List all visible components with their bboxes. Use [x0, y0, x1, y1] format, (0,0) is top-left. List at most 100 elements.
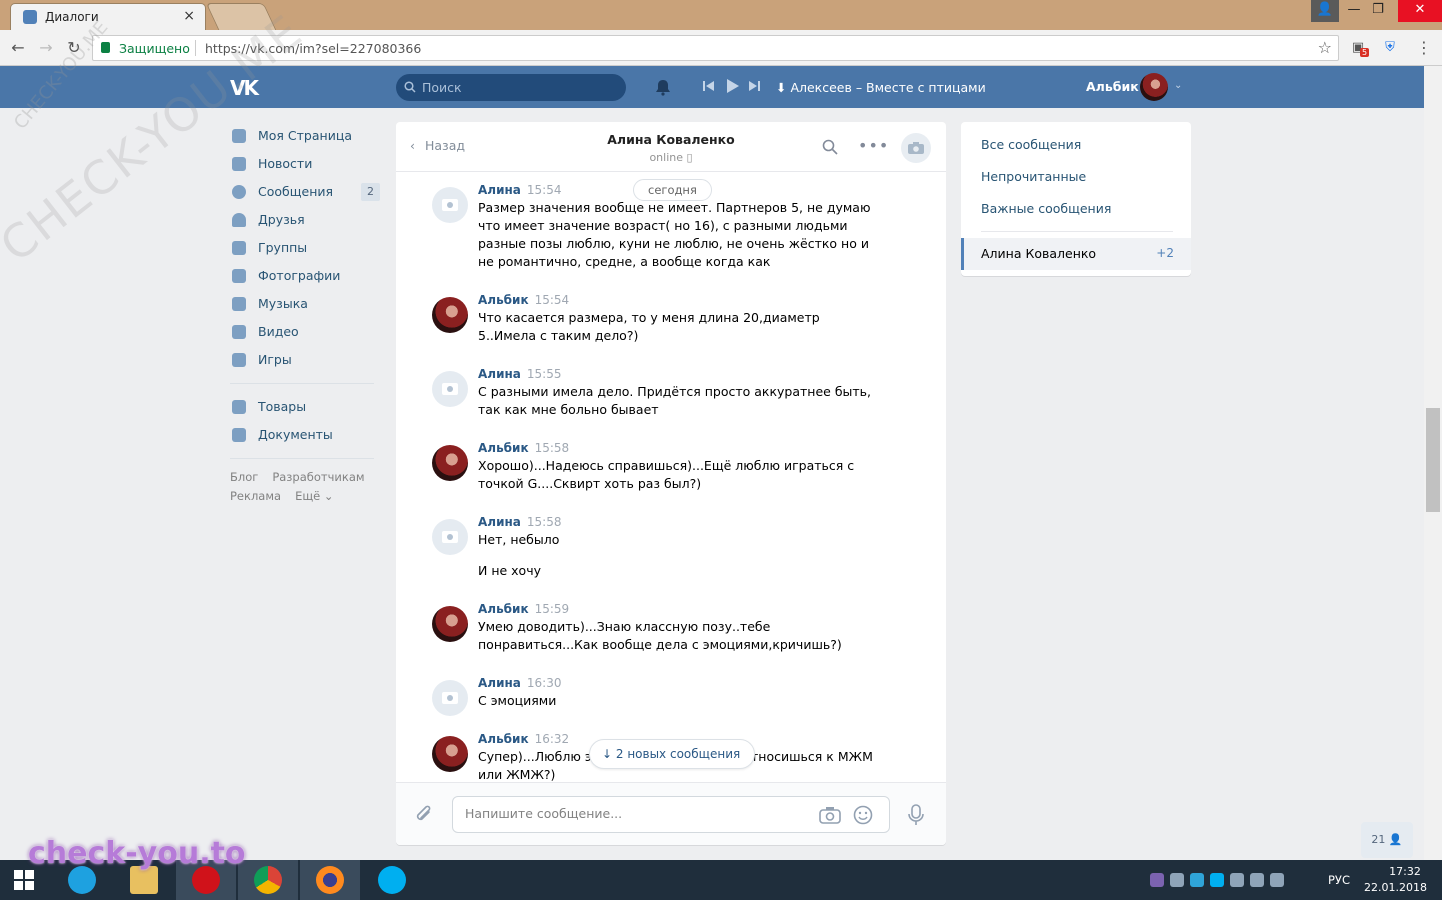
address-bar[interactable]: Защищено https://vk.com/im?sel=227080366…	[92, 35, 1339, 61]
camera-icon[interactable]	[819, 806, 841, 824]
message-author[interactable]: Алина	[478, 367, 521, 381]
taskbar-skype[interactable]	[362, 860, 422, 900]
tray-app-icon[interactable]	[1190, 872, 1204, 887]
extension-icon[interactable]: ▣ 5	[1348, 38, 1370, 58]
maximize-button[interactable]: ❐	[1364, 0, 1392, 22]
new-tab-button[interactable]	[205, 3, 277, 30]
tray-app-icon[interactable]	[1230, 872, 1244, 887]
paperclip-icon[interactable]	[414, 804, 434, 826]
chevron-down-icon[interactable]: ⌄	[1174, 80, 1182, 91]
sidebar-item-messages[interactable]: Сообщения 2	[230, 178, 380, 206]
footer-link-blog[interactable]: Блог	[230, 470, 258, 484]
bell-icon[interactable]	[654, 78, 672, 96]
sender-avatar[interactable]	[432, 187, 468, 223]
back-arrow-icon[interactable]: ←	[8, 38, 28, 58]
message-time[interactable]: 15:54	[527, 183, 562, 197]
input-language[interactable]: РУС	[1328, 873, 1350, 887]
browser-tab-active[interactable]: Диалоги ×	[10, 3, 206, 30]
tray-app-icon[interactable]	[1170, 872, 1184, 887]
user-name[interactable]: Альбик	[1086, 79, 1139, 94]
open-dialog-item[interactable]: Алина Коваленко +2	[961, 238, 1191, 270]
message-time[interactable]: 15:58	[527, 515, 562, 529]
bookmark-star-icon[interactable]: ☆	[1318, 38, 1332, 57]
taskbar-chrome[interactable]	[238, 860, 298, 900]
taskbar-opera[interactable]	[176, 860, 236, 900]
sidebar-item-music[interactable]: Музыка	[230, 290, 380, 318]
play-icon[interactable]	[726, 79, 739, 93]
search-box[interactable]	[396, 74, 626, 101]
message-time[interactable]: 15:55	[527, 367, 562, 381]
taskbar-firefox[interactable]	[300, 860, 360, 900]
user-avatar[interactable]	[1140, 73, 1168, 101]
network-icon[interactable]	[1250, 872, 1264, 887]
message-author[interactable]: Альбик	[478, 602, 529, 616]
page-scrollbar[interactable]	[1424, 66, 1442, 860]
filter-all-messages[interactable]: Все сообщения	[981, 137, 1081, 152]
vk-logo[interactable]: VK	[230, 76, 259, 100]
shield-extension-icon[interactable]: ⛨	[1380, 38, 1400, 58]
volume-icon[interactable]	[1270, 872, 1284, 887]
search-input[interactable]	[422, 78, 612, 97]
skype-tray-icon[interactable]	[1210, 872, 1224, 887]
filter-unread[interactable]: Непрочитанные	[981, 169, 1086, 184]
message-input-box[interactable]	[452, 796, 890, 833]
sidebar-item-news[interactable]: Новости	[230, 150, 380, 178]
now-playing-track[interactable]: ⬇ Алексеев – Вместе с птицами	[776, 80, 986, 95]
menu-dots-icon[interactable]: ⋮	[1414, 38, 1434, 58]
more-dots-icon[interactable]: •••	[858, 136, 889, 155]
message-time[interactable]: 16:32	[535, 732, 570, 746]
sender-avatar[interactable]	[432, 736, 468, 772]
previous-track-icon[interactable]	[703, 80, 715, 92]
tab-close-button[interactable]: ×	[183, 8, 195, 24]
sidebar-item-documents[interactable]: Документы	[230, 421, 380, 449]
taskbar-explorer[interactable]	[114, 860, 174, 900]
sender-avatar[interactable]	[432, 297, 468, 333]
next-track-icon[interactable]	[748, 80, 760, 92]
footer-link-developers[interactable]: Разработчикам	[272, 470, 364, 484]
message-author[interactable]: Альбик	[478, 732, 529, 746]
message-time[interactable]: 15:54	[535, 293, 570, 307]
scrollbar-thumb[interactable]	[1426, 408, 1440, 512]
message-author[interactable]: Алина	[478, 183, 521, 197]
message-author[interactable]: Альбик	[478, 293, 529, 307]
message-author[interactable]: Альбик	[478, 441, 529, 455]
forward-arrow-icon[interactable]: →	[36, 38, 56, 58]
message-input[interactable]	[465, 806, 805, 821]
sidebar-item-photos[interactable]: Фотографии	[230, 262, 380, 290]
sidebar-item-friends[interactable]: Друзья	[230, 206, 380, 234]
sidebar-item-games[interactable]: Игры	[230, 346, 380, 374]
profile-icon[interactable]: 👤	[1311, 0, 1339, 22]
emoji-icon[interactable]	[853, 805, 873, 825]
sidebar-item-goods[interactable]: Товары	[230, 393, 380, 421]
clock-date[interactable]: 22.01.2018	[1364, 881, 1427, 894]
message-time[interactable]: 15:59	[535, 602, 570, 616]
sender-avatar[interactable]	[432, 445, 468, 481]
online-friends-button[interactable]: 21 👤	[1361, 822, 1413, 858]
sender-avatar[interactable]	[432, 680, 468, 716]
taskbar-ie[interactable]	[52, 860, 112, 900]
sidebar-item-video[interactable]: Видео	[230, 318, 380, 346]
url-text[interactable]: https://vk.com/im?sel=227080366	[205, 41, 421, 56]
message-time[interactable]: 16:30	[527, 676, 562, 690]
clock-time[interactable]: 17:32	[1380, 865, 1430, 878]
chat-search-icon[interactable]	[822, 139, 838, 155]
start-button[interactable]	[0, 860, 48, 900]
footer-link-more[interactable]: Ещё ⌄	[295, 489, 333, 503]
filter-important[interactable]: Важные сообщения	[981, 201, 1111, 216]
sender-avatar[interactable]	[432, 519, 468, 555]
close-window-button[interactable]: ✕	[1398, 0, 1442, 22]
lock-icon	[101, 42, 110, 53]
sidebar-item-groups[interactable]: Группы	[230, 234, 380, 262]
reload-icon[interactable]: ↻	[64, 38, 84, 58]
peer-avatar[interactable]	[901, 133, 931, 163]
new-messages-button[interactable]: ↓ 2 новых сообщения	[589, 739, 756, 769]
message-time[interactable]: 15:58	[535, 441, 570, 455]
sender-avatar[interactable]	[432, 606, 468, 642]
message-author[interactable]: Алина	[478, 676, 521, 690]
message-author[interactable]: Алина	[478, 515, 521, 529]
sidebar-item-my-page[interactable]: Моя Страница	[230, 122, 380, 150]
microphone-icon[interactable]	[908, 804, 924, 826]
sender-avatar[interactable]	[432, 371, 468, 407]
viber-icon[interactable]	[1150, 872, 1164, 887]
footer-link-ads[interactable]: Реклама	[230, 489, 281, 503]
